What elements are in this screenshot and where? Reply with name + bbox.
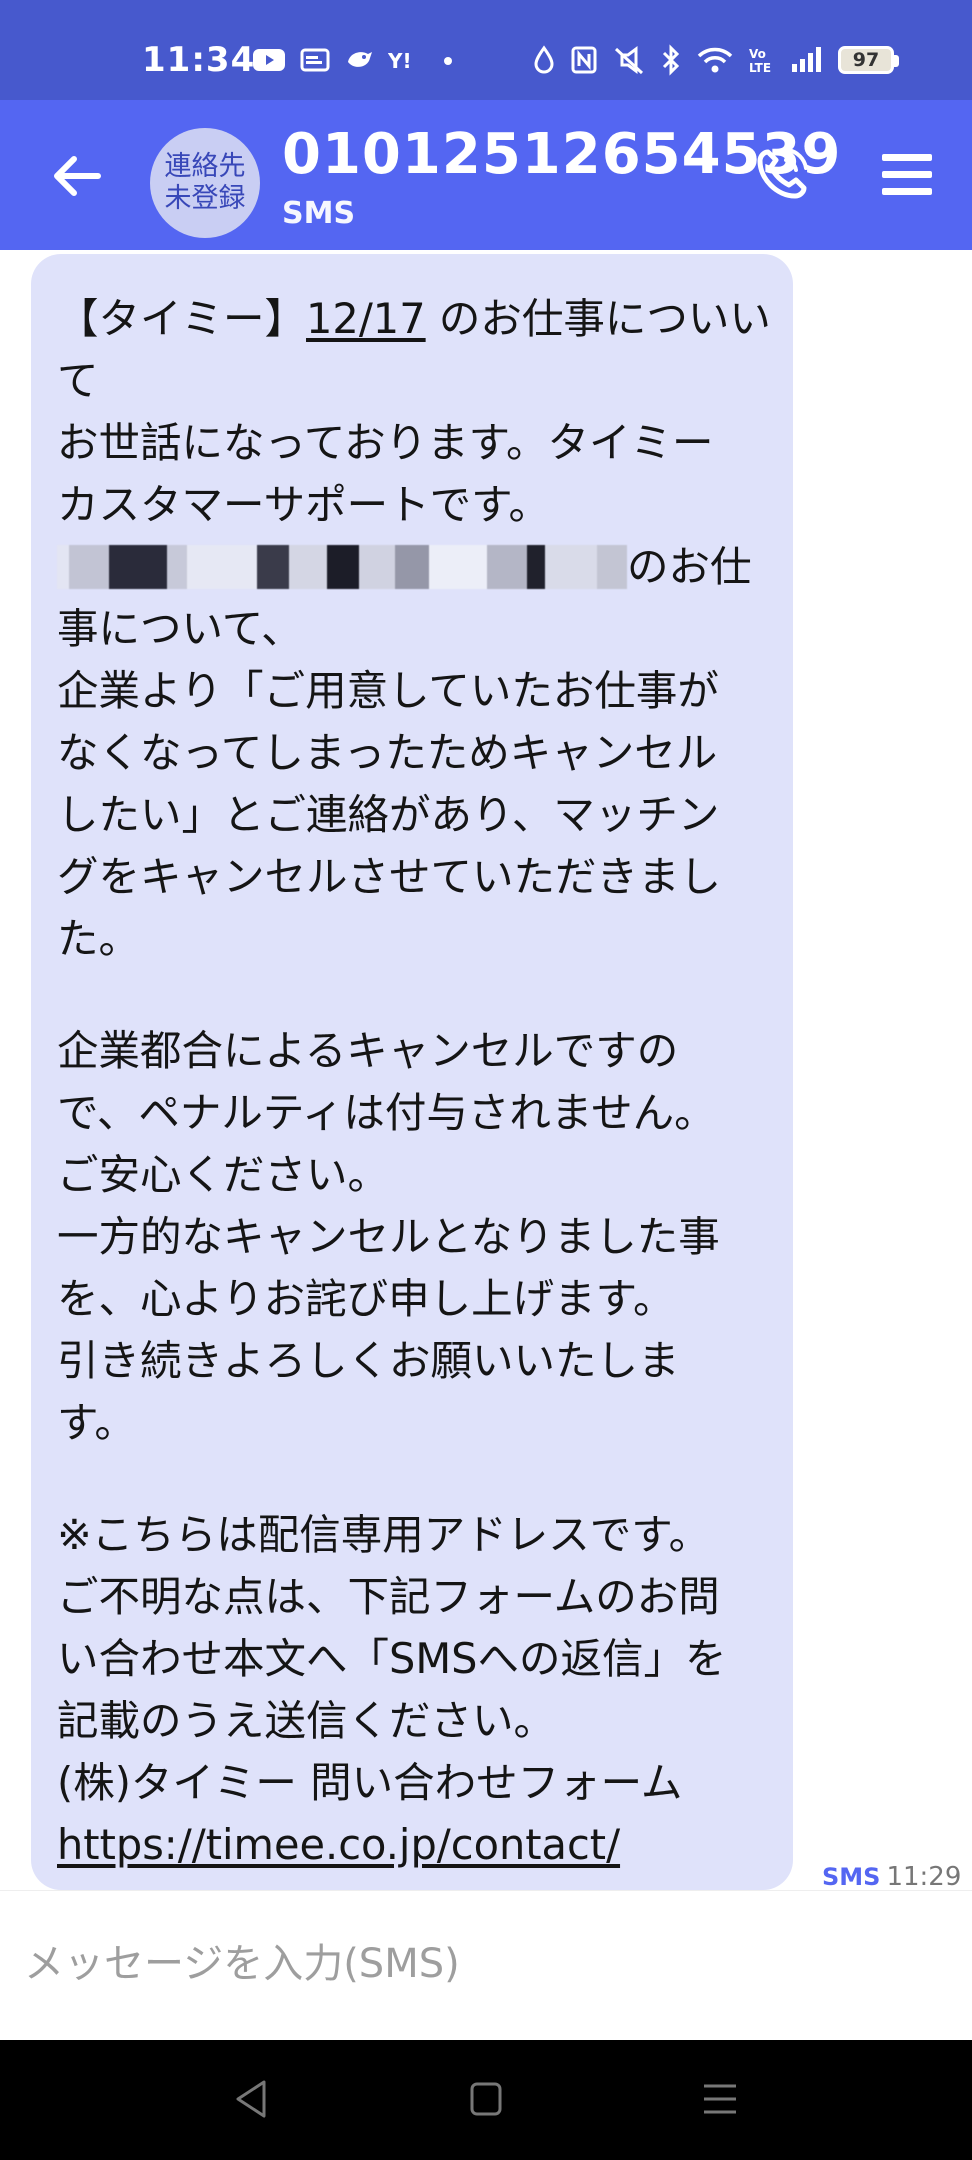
bluetooth-icon xyxy=(662,44,680,76)
avatar-line-2: 未登録 xyxy=(164,183,246,214)
message-line: ご不明な点は、下記フォームのお問 xyxy=(57,1572,720,1621)
card-icon xyxy=(300,48,330,72)
square-home-icon[interactable] xyxy=(461,2074,511,2124)
navigation-bar xyxy=(0,2040,972,2160)
message-type-label: SMS xyxy=(822,1863,881,1890)
message-line: カスタマーサポートです。 xyxy=(57,480,551,529)
message-time: 11:29 xyxy=(886,1862,962,1890)
conversation-area[interactable]: 【タイミー】12/17 のお仕事についいてお世話になっております。タイミー カスタ… xyxy=(0,250,972,1890)
message-input[interactable] xyxy=(24,1929,948,1999)
compose-bar xyxy=(0,1890,972,2040)
svg-text:Y!: Y! xyxy=(388,49,412,73)
avatar[interactable]: 連絡先 未登録 xyxy=(150,128,260,238)
volte-icon: VoLTE xyxy=(749,47,771,75)
system-icons: Vo LTE 97 xyxy=(532,44,899,76)
phone-icon[interactable] xyxy=(752,146,810,204)
message-bubble[interactable]: 【タイミー】12/17 のお仕事についいてお世話になっております。タイミー カスタ… xyxy=(31,254,793,1890)
contact-subtitle: SMS xyxy=(282,196,356,231)
message-line: したい」とご連絡があり、マッチン xyxy=(57,790,720,839)
date-link[interactable]: 12/17 xyxy=(306,294,426,343)
message-line: を、心よりお詫び申し上げます。 xyxy=(57,1274,675,1323)
message-line: ※こちらは配信専用アドレスです。 xyxy=(57,1510,711,1559)
lines-recents-icon[interactable] xyxy=(695,2074,745,2124)
message-line: す。 xyxy=(57,1398,136,1447)
message-line: た。 xyxy=(57,914,141,963)
nfc-icon xyxy=(571,46,597,74)
message-line: で、ペナルティは付与されません。 xyxy=(57,1088,716,1137)
app-bar: 連絡先 未登録 01012512654539 SMS xyxy=(0,100,972,250)
contact-link[interactable]: https://timee.co.jp/contact/ xyxy=(57,1820,620,1869)
message-line: て xyxy=(57,356,99,405)
message-line: ご安心ください。 xyxy=(57,1150,390,1199)
message-line: 企業より「ご用意していたお仕事が xyxy=(57,666,719,715)
message-line: グをキャンセルさせていただきまし xyxy=(57,852,722,901)
triangle-back-icon[interactable] xyxy=(226,2074,276,2124)
yahoo-icon: Y! xyxy=(388,49,412,73)
arrow-left-icon[interactable] xyxy=(48,148,104,204)
bird-icon xyxy=(348,52,372,67)
message-line: 企業都合によるキャンセルですの xyxy=(57,1026,679,1075)
message-text: 【タイミー】12/17 のお仕事についいてお世話になっております。タイミー カスタ… xyxy=(57,288,771,1876)
message-line: 事について、 xyxy=(57,604,303,653)
message-line: なくなってしまったためキャンセル xyxy=(57,728,718,777)
svg-text:LTE: LTE xyxy=(749,61,771,75)
battery-icon: 97 xyxy=(838,46,899,74)
message-line: 【タイミー】12/17 のお仕事についい xyxy=(57,294,771,343)
message-line: 記載のうえ送信ください。 xyxy=(57,1696,556,1745)
youtube-icon xyxy=(253,49,285,71)
status-bar: 11:34 Y! Vo LTE 97 xyxy=(0,0,972,100)
mute-icon xyxy=(614,46,644,75)
message-line: https://timee.co.jp/contact/ xyxy=(57,1814,767,1876)
message-line: のお仕 xyxy=(57,536,767,598)
status-time: 11:34 xyxy=(142,40,256,80)
dot-icon xyxy=(444,57,452,65)
signal-icon xyxy=(792,47,821,72)
message-line: お世話になっております。タイミー xyxy=(57,418,714,467)
wifi-icon xyxy=(697,47,733,73)
message-line: い合わせ本文へ「SMSへの返信」を xyxy=(57,1634,727,1683)
message-line: 引き続きよろしくお願いいたしま xyxy=(57,1336,680,1385)
redacted-text xyxy=(57,545,627,589)
data-saver-icon xyxy=(534,45,554,74)
message-line: 一方的なキャンセルとなりました事 xyxy=(57,1212,720,1261)
avatar-line-1: 連絡先 xyxy=(164,151,246,182)
notification-icons: Y! xyxy=(252,46,458,74)
message-meta: SMS 11:29 xyxy=(822,1862,961,1890)
battery-level: 97 xyxy=(852,49,880,71)
hamburger-menu-icon[interactable] xyxy=(880,152,934,198)
message-line: (株)タイミー 問い合わせフォーム xyxy=(57,1758,683,1807)
svg-text:Vo: Vo xyxy=(749,47,766,61)
